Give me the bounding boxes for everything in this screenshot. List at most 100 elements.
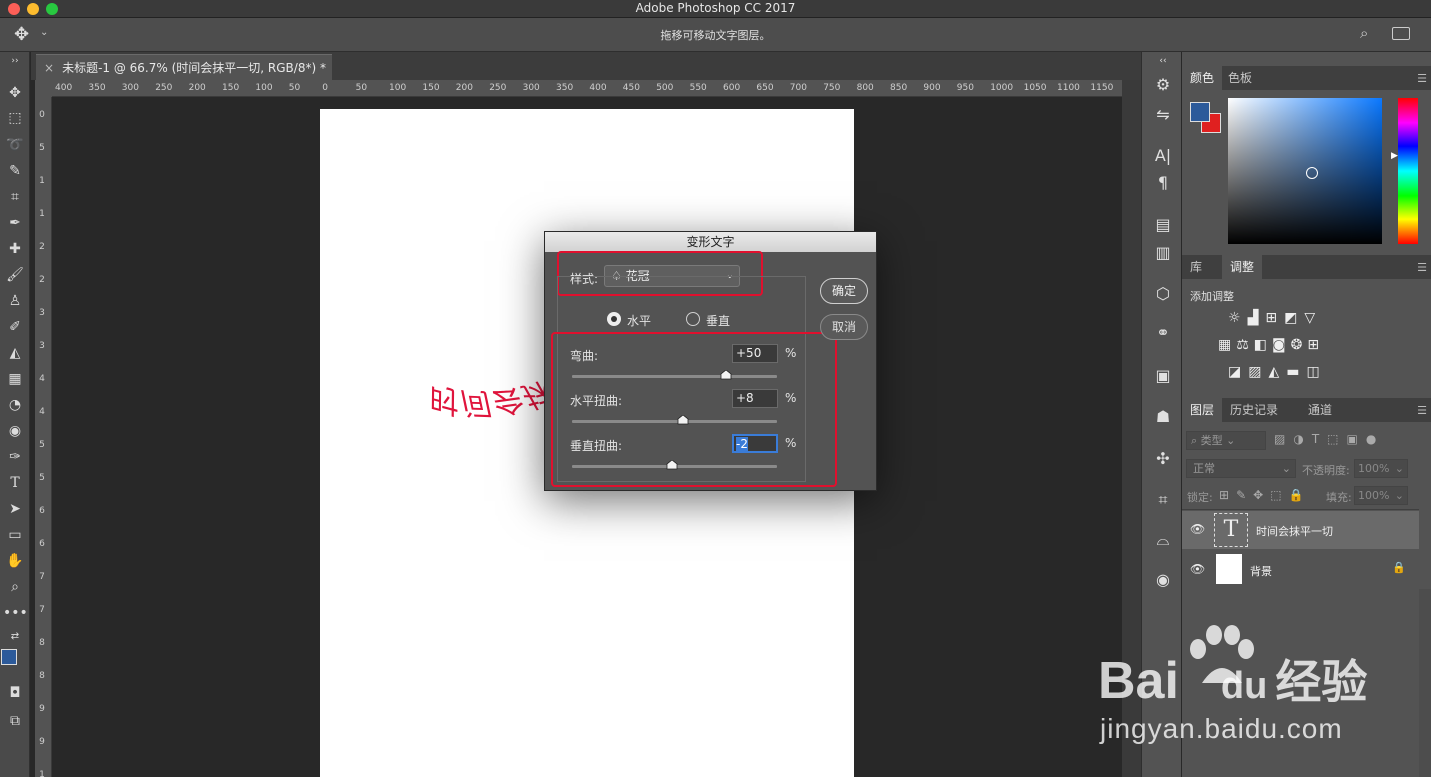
layers-scrollbar[interactable] bbox=[1419, 589, 1431, 777]
tab-swatches[interactable]: 色板 bbox=[1220, 66, 1260, 90]
opacity-input[interactable]: 100% ⌄ bbox=[1354, 459, 1408, 478]
black-white-icon[interactable]: ◧ bbox=[1254, 337, 1272, 353]
tab-library[interactable]: 库 bbox=[1182, 255, 1210, 279]
collapse-icon[interactable]: ›› bbox=[3, 56, 27, 66]
blend-mode-select[interactable]: 正常 ⌄ bbox=[1186, 459, 1296, 478]
posterize-icon[interactable]: ▨ bbox=[1248, 364, 1268, 380]
horizontal-ruler[interactable]: 400 350 300 250 200 150 100 50 0 50 100 150 200 250 30… bbox=[52, 80, 1122, 97]
invert-icon[interactable]: ◪ bbox=[1228, 364, 1248, 380]
hand-tool-icon[interactable]: ✋ bbox=[3, 550, 27, 572]
filter-toggle-icon[interactable]: ● bbox=[1366, 432, 1384, 446]
color-field[interactable] bbox=[1228, 98, 1382, 244]
lock-all-icon[interactable]: 🔒 bbox=[1289, 488, 1311, 502]
crop-presets-icon[interactable]: ⌗ bbox=[1152, 489, 1174, 511]
eraser-icon[interactable]: ◭ bbox=[3, 342, 27, 364]
history-brush-icon[interactable]: ✐ bbox=[3, 316, 27, 338]
cancel-button[interactable]: 取消 bbox=[820, 314, 868, 340]
tab-layers[interactable]: 图层 bbox=[1182, 398, 1223, 422]
hue-saturation-icon[interactable]: ▦ bbox=[1218, 337, 1236, 353]
gradient-tool-icon[interactable]: ▦ bbox=[3, 368, 27, 390]
shape-filter-icon[interactable]: ⬚ bbox=[1327, 432, 1346, 446]
panel-menu-icon[interactable]: ☰ bbox=[1417, 404, 1427, 417]
brush-tool-icon[interactable]: 🖌 bbox=[3, 264, 27, 286]
chevron-down-icon[interactable]: ⌄ bbox=[40, 27, 48, 38]
quick-select-icon[interactable]: ✎ bbox=[3, 160, 27, 182]
vibrance-icon[interactable]: ▽ bbox=[1304, 310, 1322, 326]
tab-channels[interactable]: 通道 bbox=[1300, 398, 1340, 422]
quick-mask-icon[interactable]: ◘ bbox=[3, 682, 27, 704]
document-tab[interactable]: × 未标题-1 @ 66.7% (时间会抹平一切, RGB/8*) * bbox=[36, 54, 332, 80]
panel-menu-icon[interactable]: ☰ bbox=[1417, 72, 1427, 85]
crop-tool-icon[interactable]: ⌗ bbox=[3, 186, 27, 208]
type-tool-icon[interactable]: T bbox=[3, 472, 27, 494]
lock-artboard-icon[interactable]: ⬚ bbox=[1270, 488, 1288, 502]
color-picker-ring[interactable] bbox=[1306, 167, 1318, 179]
character-icon[interactable]: A| bbox=[1152, 145, 1174, 167]
panel-menu-icon[interactable]: ☰ bbox=[1417, 261, 1427, 274]
tab-history[interactable]: 历史记录 bbox=[1222, 398, 1286, 422]
visibility-eye-icon[interactable]: 👁 bbox=[1190, 522, 1205, 536]
glyphs-icon[interactable]: ▤ bbox=[1152, 214, 1174, 236]
bend-input[interactable]: +50 bbox=[732, 344, 778, 363]
healing-brush-icon[interactable]: ✚ bbox=[3, 238, 27, 260]
blur-tool-icon[interactable]: ◔ bbox=[3, 394, 27, 416]
tab-adjustments[interactable]: 调整 bbox=[1222, 255, 1263, 279]
fill-input[interactable]: 100% ⌄ bbox=[1354, 486, 1408, 505]
h-distortion-slider-thumb[interactable] bbox=[677, 414, 689, 425]
close-tab-icon[interactable]: × bbox=[44, 61, 54, 75]
exposure-icon[interactable]: ◩ bbox=[1284, 310, 1304, 326]
curves-icon[interactable]: ⊞ bbox=[1265, 310, 1284, 326]
lasso-tool-icon[interactable]: ➰ bbox=[3, 134, 27, 156]
color-balance-icon[interactable]: ⚖ bbox=[1236, 337, 1254, 353]
move-tool-icon[interactable]: ✥ bbox=[14, 24, 29, 45]
rectangle-tool-icon[interactable]: ▭ bbox=[3, 524, 27, 546]
selective-color-icon[interactable]: ◫ bbox=[1306, 364, 1326, 380]
h-distortion-slider-track[interactable] bbox=[572, 420, 777, 423]
lock-position-icon[interactable]: ✥ bbox=[1253, 488, 1270, 502]
screen-mode-icon[interactable]: ⧉ bbox=[3, 710, 27, 732]
info-icon[interactable]: ⇋ bbox=[1152, 104, 1174, 126]
lock-transparent-icon[interactable]: ⊞ bbox=[1219, 488, 1236, 502]
move-tool-icon[interactable]: ✥ bbox=[3, 82, 27, 104]
threshold-icon[interactable]: ◭ bbox=[1268, 364, 1286, 380]
v-distortion-input[interactable]: -2 bbox=[732, 434, 778, 453]
swatch-library-icon[interactable]: ⌓ bbox=[1152, 529, 1174, 551]
tab-color[interactable]: 颜色 bbox=[1182, 66, 1223, 90]
layer-row-background[interactable]: 👁 背景 🔒 bbox=[1182, 551, 1419, 589]
search-icon[interactable]: ⌕ bbox=[1360, 24, 1368, 42]
vertical-ruler[interactable]: 0 5 1 1 2 2 3 3 4 4 5 5 6 6 7 7 8 8 9 9 1 bbox=[35, 97, 52, 777]
profile-icon[interactable]: ◉ bbox=[1152, 569, 1174, 591]
ok-button[interactable]: 确定 bbox=[820, 278, 868, 304]
path-select-icon[interactable]: ➤ bbox=[3, 498, 27, 520]
pen-tool-icon[interactable]: ✑ bbox=[3, 446, 27, 468]
smart-object-filter-icon[interactable]: ▣ bbox=[1347, 432, 1366, 446]
hue-slider-handle[interactable]: ▶ bbox=[1391, 151, 1398, 161]
3d-icon[interactable]: ⬡ bbox=[1152, 283, 1174, 305]
hue-slider[interactable] bbox=[1398, 98, 1418, 244]
gradient-map-icon[interactable]: ▬ bbox=[1286, 364, 1306, 380]
clone-stamp-icon[interactable]: ♙ bbox=[3, 290, 27, 312]
layer-row-text[interactable]: 👁 T 时间会抹平一切 bbox=[1182, 511, 1419, 549]
paragraph-icon[interactable]: ¶ bbox=[1152, 172, 1174, 194]
foreground-color-swatch[interactable] bbox=[1, 649, 17, 665]
zoom-window-button[interactable] bbox=[46, 3, 58, 15]
zoom-tool-icon[interactable]: ⌕ bbox=[3, 576, 27, 598]
color-panel-foreground[interactable] bbox=[1190, 102, 1210, 122]
lock-pixels-icon[interactable]: ✎ bbox=[1236, 488, 1253, 502]
channel-mixer-icon[interactable]: ❂ bbox=[1291, 337, 1308, 353]
more-tools-icon[interactable]: ••• bbox=[3, 602, 28, 624]
minimize-window-button[interactable] bbox=[27, 3, 39, 15]
levels-icon[interactable]: ▟ bbox=[1248, 310, 1266, 326]
brush-presets-icon[interactable]: ☗ bbox=[1152, 406, 1174, 428]
swap-colors-icon[interactable]: ⇄ bbox=[3, 626, 27, 648]
visibility-eye-icon[interactable]: 👁 bbox=[1190, 562, 1205, 576]
color-lookup-icon[interactable]: ⊞ bbox=[1307, 337, 1324, 353]
adjustment-filter-icon[interactable]: ◑ bbox=[1293, 432, 1311, 446]
collapse-dock-icon[interactable]: ‹‹ bbox=[1152, 56, 1174, 66]
timeline-icon[interactable]: ⚭ bbox=[1152, 322, 1174, 344]
workspace-icon[interactable] bbox=[1392, 27, 1410, 40]
eyedropper-icon[interactable]: ✒ bbox=[3, 212, 27, 234]
tool-presets-icon[interactable]: ✣ bbox=[1152, 448, 1174, 470]
ruler-origin[interactable] bbox=[35, 80, 52, 97]
close-window-button[interactable] bbox=[8, 3, 20, 15]
